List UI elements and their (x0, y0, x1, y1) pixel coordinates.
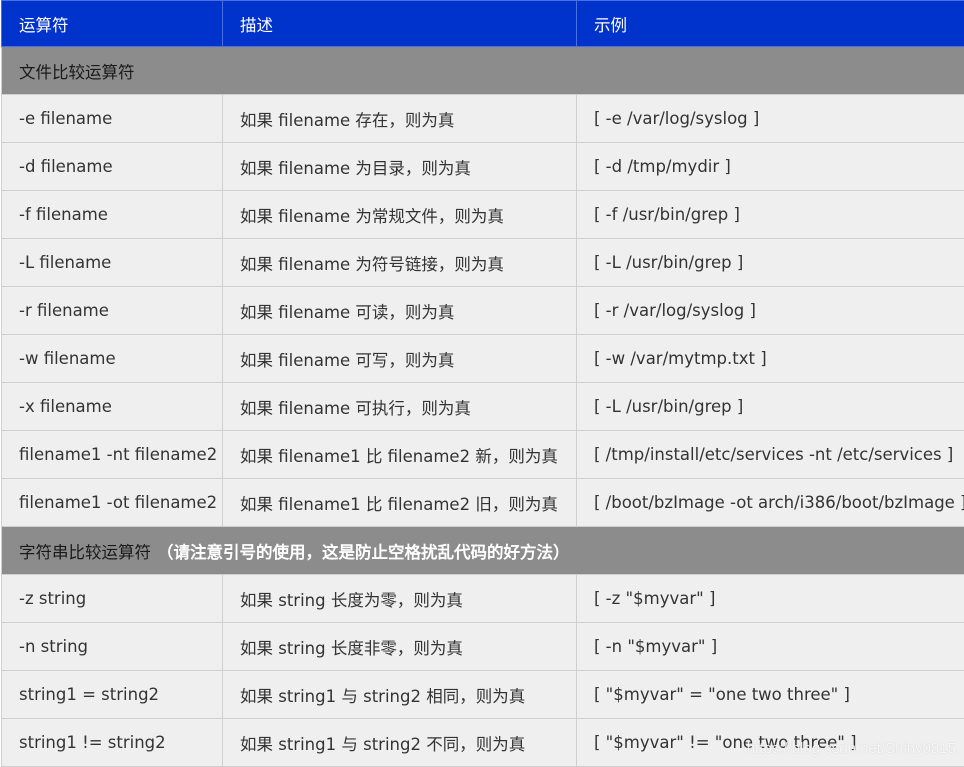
table-body: 文件比较运算符 -e filename 如果 filename 存在，则为真[ -e… (1, 46, 964, 767)
example-cell: [ /boot/bzImage -ot arch/i386/boot/bzIma… (576, 478, 964, 527)
table-row: -z string 如果 string 长度为零，则为真[ -z "$myvar"… (1, 574, 964, 623)
example-cell: [ -z "$myvar" ] (576, 574, 964, 623)
table-row: -w filename 如果 filename 可写，则为真[ -w /var/m… (1, 334, 964, 383)
description-cell: 如果 filename1 比 filename2 旧，则为真 (222, 478, 577, 527)
operator-table: 运算符 描述 示例 文件比较运算符 -e filename 如果 filename … (1, 0, 964, 767)
section-title: 字符串比较运算符 (19, 542, 151, 562)
operator-cell: -f filename (1, 190, 223, 239)
header-row: 运算符 描述 示例 (1, 0, 964, 47)
description-cell: 如果 string1 与 string2 相同，则为真 (222, 670, 577, 719)
operator-cell: -w filename (1, 334, 223, 383)
section-row: 字符串比较运算符 （请注意引号的使用，这是防止空格扰乱代码的好方法） (1, 526, 964, 575)
table-row: -f filename 如果 filename 为常规文件，则为真[ -f /us… (1, 190, 964, 239)
description-cell: 如果 filename 为常规文件，则为真 (222, 190, 577, 239)
description-cell: 如果 filename 为目录，则为真 (222, 142, 577, 191)
table-row: -L filename 如果 filename 为符号链接，则为真[ -L /us… (1, 238, 964, 287)
operator-cell: string1 = string2 (1, 670, 223, 719)
example-cell: [ -f /usr/bin/grep ] (576, 190, 964, 239)
example-cell: [ "$myvar" != "one two three" ] (576, 718, 964, 767)
example-cell: [ -d /tmp/mydir ] (576, 142, 964, 191)
table-row: -e filename 如果 filename 存在，则为真[ -e /var/l… (1, 94, 964, 143)
example-cell: [ /tmp/install/etc/services -nt /etc/ser… (576, 430, 964, 479)
description-cell: 如果 filename 为符号链接，则为真 (222, 238, 577, 287)
description-cell: 如果 filename 可执行，则为真 (222, 382, 577, 431)
operator-cell: string1 != string2 (1, 718, 223, 767)
section-row: 文件比较运算符 (1, 46, 964, 95)
example-cell: [ -L /usr/bin/grep ] (576, 382, 964, 431)
section-title: 文件比较运算符 (19, 62, 135, 82)
table-row: -d filename 如果 filename 为目录，则为真[ -d /tmp/… (1, 142, 964, 191)
header-description: 描述 (222, 0, 577, 47)
example-cell: [ -w /var/mytmp.txt ] (576, 334, 964, 383)
table-header: 运算符 描述 示例 (1, 0, 964, 47)
description-cell: 如果 filename1 比 filename2 新，则为真 (222, 430, 577, 479)
operator-cell: -z string (1, 574, 223, 623)
description-cell: 如果 string 长度为零，则为真 (222, 574, 577, 623)
table-row: filename1 -ot filename2 如果 filename1 比 fi… (1, 478, 964, 527)
table-row: -n string 如果 string 长度非零，则为真[ -n "$myvar"… (1, 622, 964, 671)
description-cell: 如果 filename 可读，则为真 (222, 286, 577, 335)
operator-cell: -e filename (1, 94, 223, 143)
description-cell: 如果 filename 存在，则为真 (222, 94, 577, 143)
operator-table-container: 运算符 描述 示例 文件比较运算符 -e filename 如果 filename … (0, 0, 964, 767)
header-operator: 运算符 (1, 0, 223, 47)
table-row: string1 = string2 如果 string1 与 string2 相同… (1, 670, 964, 719)
header-example: 示例 (576, 0, 964, 47)
table-row: -x filename 如果 filename 可执行，则为真[ -L /usr/… (1, 382, 964, 431)
example-cell: [ -L /usr/bin/grep ] (576, 238, 964, 287)
section-cell: 文件比较运算符 (1, 46, 964, 95)
section-note: （请注意引号的使用，这是防止空格扰乱代码的好方法） (157, 542, 570, 562)
table-row: string1 != string2 如果 string1 与 string2 不… (1, 718, 964, 767)
operator-cell: -n string (1, 622, 223, 671)
description-cell: 如果 string1 与 string2 不同，则为真 (222, 718, 577, 767)
operator-cell: filename1 -nt filename2 (1, 430, 223, 479)
section-cell: 字符串比较运算符 （请注意引号的使用，这是防止空格扰乱代码的好方法） (1, 526, 964, 575)
operator-cell: -L filename (1, 238, 223, 287)
table-row: -r filename 如果 filename 可读，则为真[ -r /var/l… (1, 286, 964, 335)
operator-cell: -x filename (1, 382, 223, 431)
description-cell: 如果 string 长度非零，则为真 (222, 622, 577, 671)
example-cell: [ "$myvar" = "one two three" ] (576, 670, 964, 719)
example-cell: [ -r /var/log/syslog ] (576, 286, 964, 335)
example-cell: [ -n "$myvar" ] (576, 622, 964, 671)
operator-cell: -d filename (1, 142, 223, 191)
description-cell: 如果 filename 可写，则为真 (222, 334, 577, 383)
operator-cell: filename1 -ot filename2 (1, 478, 223, 527)
table-row: filename1 -nt filename2 如果 filename1 比 fi… (1, 430, 964, 479)
example-cell: [ -e /var/log/syslog ] (576, 94, 964, 143)
operator-cell: -r filename (1, 286, 223, 335)
